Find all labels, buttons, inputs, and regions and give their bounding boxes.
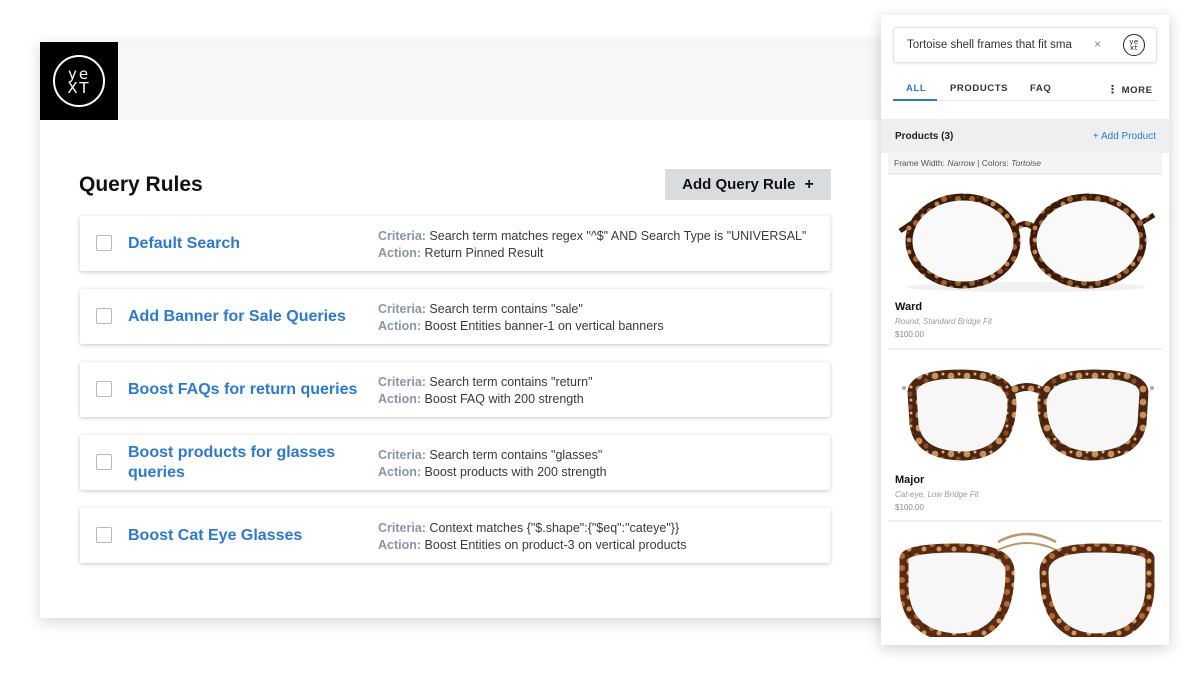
product-card[interactable]: Ward Round, Standard Bridge Fit $100.00 xyxy=(888,175,1162,348)
product-subtitle: Round, Standard Bridge Fit xyxy=(895,317,992,326)
rule-card[interactable]: Boost products for glasses queries Crite… xyxy=(80,435,830,490)
clear-icon[interactable]: × xyxy=(1094,37,1101,51)
rule-checkbox[interactable] xyxy=(96,235,112,251)
tab-products[interactable]: PRODUCTS xyxy=(950,83,1008,94)
add-query-rule-label: Add Query Rule xyxy=(682,176,796,193)
vertical-tabs: ALL PRODUCTS FAQ ⋮ MORE xyxy=(893,79,1157,101)
rule-checkbox[interactable] xyxy=(96,527,112,543)
search-bar[interactable]: × ye xt xyxy=(893,27,1157,63)
action-label: Action: xyxy=(378,392,422,406)
yext-logo[interactable]: ye XT xyxy=(40,42,118,120)
criteria-text: Context matches {"$.shape":{"$eq":"catey… xyxy=(429,521,680,535)
rule-name-link[interactable]: Boost Cat Eye Glasses xyxy=(128,526,368,546)
rule-checkbox[interactable] xyxy=(96,454,112,470)
tab-faq[interactable]: FAQ xyxy=(1030,83,1051,94)
rule-description: Criteria: Search term matches regex "^$"… xyxy=(378,228,818,262)
add-query-rule-button[interactable]: Add Query Rule + xyxy=(665,169,831,200)
products-section-title: Products (3) xyxy=(895,131,954,142)
query-rules-panel: ye XT Query Rules Add Query Rule + Defau… xyxy=(40,42,890,618)
criteria-text: Search term contains "return" xyxy=(429,375,593,389)
product-price: $100.00 xyxy=(895,330,924,339)
product-name[interactable]: Major xyxy=(895,474,924,486)
yext-logo-icon: ye XT xyxy=(53,55,105,107)
filter-width-label: Frame Width: xyxy=(894,158,946,168)
logo-text-bottom: XT xyxy=(67,79,91,97)
rule-checkbox[interactable] xyxy=(96,381,112,397)
criteria-label: Criteria: xyxy=(378,521,426,535)
action-label: Action: xyxy=(378,465,422,479)
action-text: Boost Entities on product-3 on vertical … xyxy=(424,538,687,552)
action-text: Boost products with 200 strength xyxy=(424,465,607,479)
product-card[interactable] xyxy=(888,522,1162,637)
search-preview-panel: × ye xt ALL PRODUCTS FAQ ⋮MORE Products … xyxy=(881,15,1169,645)
action-text: Boost FAQ with 200 strength xyxy=(424,392,584,406)
tab-all[interactable]: ALL xyxy=(906,83,926,94)
plus-icon: + xyxy=(804,175,814,193)
product-subtitle: Cat-eye, Low Bridge Fit xyxy=(895,490,979,499)
tab-more[interactable]: ⋮ MORE xyxy=(1107,83,1153,96)
page-title: Query Rules xyxy=(79,173,203,196)
products-section-header: Products (3) + Add Product xyxy=(881,119,1169,153)
filter-separator: | xyxy=(977,158,980,168)
add-product-link[interactable]: + Add Product xyxy=(1093,131,1156,142)
product-card[interactable]: Major Cat-eye, Low Bridge Fit $100.00 xyxy=(888,350,1162,520)
rule-name-link[interactable]: Boost FAQs for return queries xyxy=(128,380,368,400)
criteria-text: Search term contains "glasses" xyxy=(429,448,603,462)
rule-description: Criteria: Search term contains "return" … xyxy=(378,374,818,408)
product-image-glasses xyxy=(898,193,1156,292)
criteria-label: Criteria: xyxy=(378,375,426,389)
criteria-label: Criteria: xyxy=(378,448,426,462)
rule-card[interactable]: Add Banner for Sale Queries Criteria: Se… xyxy=(80,289,830,344)
filter-colors-value: Tortoise xyxy=(1011,158,1042,168)
criteria-label: Criteria: xyxy=(378,229,426,243)
rule-description: Criteria: Context matches {"$.shape":{"$… xyxy=(378,520,818,554)
rule-card[interactable]: Boost Cat Eye Glasses Criteria: Context … xyxy=(80,508,830,563)
search-logo-bottom: xt xyxy=(1130,44,1138,52)
rule-description: Criteria: Search term contains "glasses"… xyxy=(378,447,818,481)
applied-filters: Frame Width: Narrow | Colors: Tortoise xyxy=(888,153,1162,173)
more-dots-icon: ⋮ xyxy=(1107,84,1119,96)
criteria-label: Criteria: xyxy=(378,302,426,316)
top-bar: ye XT xyxy=(40,42,890,120)
product-name[interactable]: Ward xyxy=(895,301,922,313)
tab-more-label: MORE xyxy=(1121,85,1153,96)
rule-name-link[interactable]: Add Banner for Sale Queries xyxy=(128,307,368,327)
filter-colors-label: Colors: xyxy=(981,158,1009,168)
yext-search-icon[interactable]: ye xt xyxy=(1123,34,1145,56)
action-label: Action: xyxy=(378,319,422,333)
action-text: Return Pinned Result xyxy=(424,246,544,260)
rule-name-link[interactable]: Default Search xyxy=(128,234,368,254)
product-image-glasses xyxy=(899,532,1155,637)
rule-checkbox[interactable] xyxy=(96,308,112,324)
active-tab-indicator xyxy=(893,99,937,101)
action-label: Action: xyxy=(378,246,422,260)
action-text: Boost Entities banner-1 on vertical bann… xyxy=(424,319,664,333)
rule-card[interactable]: Boost FAQs for return queries Criteria: … xyxy=(80,362,830,417)
rule-description: Criteria: Search term contains "sale" Ac… xyxy=(378,301,818,335)
rule-card[interactable]: Default Search Criteria: Search term mat… xyxy=(80,216,830,271)
action-label: Action: xyxy=(378,538,422,552)
criteria-text: Search term contains "sale" xyxy=(429,302,583,316)
search-input[interactable] xyxy=(907,36,1077,54)
filter-width-value: Narrow xyxy=(947,158,975,168)
criteria-text: Search term matches regex "^$" AND Searc… xyxy=(429,229,807,243)
product-results: Ward Round, Standard Bridge Fit $100.00 xyxy=(888,173,1162,637)
rule-name-link[interactable]: Boost products for glasses queries xyxy=(128,443,368,483)
product-price: $100.00 xyxy=(895,503,924,512)
product-image-glasses xyxy=(902,369,1154,461)
